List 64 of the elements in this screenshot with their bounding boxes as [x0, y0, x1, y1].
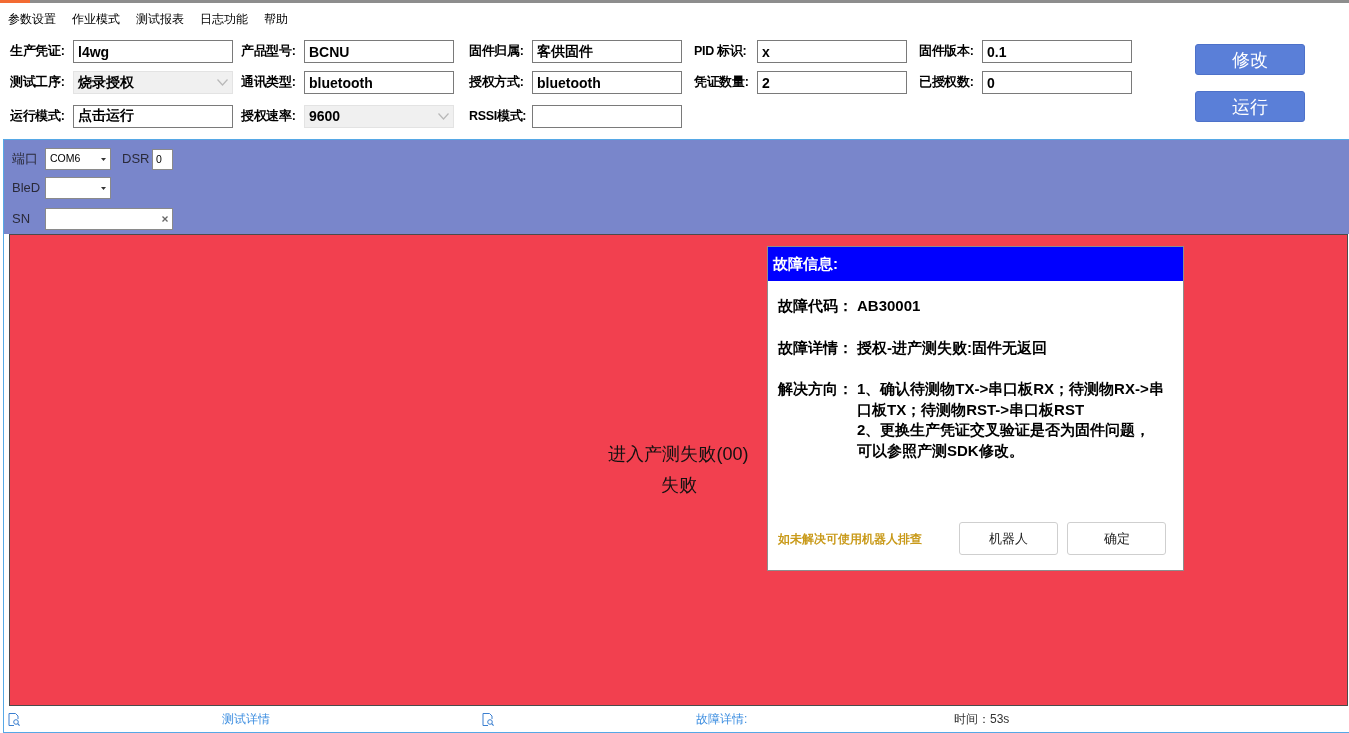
- field-label: PID 标识:: [694, 43, 748, 61]
- chevron-down-icon: [217, 79, 228, 86]
- dropdown[interactable]: COM6: [45, 148, 111, 170]
- field-label: 授权方式:: [469, 73, 525, 92]
- field-label: RSSI模式:: [469, 107, 528, 125]
- text-field[interactable]: bluetooth: [304, 71, 454, 94]
- text-field[interactable]: 0: [982, 71, 1132, 94]
- field-label: 凭证数量:: [694, 74, 750, 92]
- field-label: 通讯类型:: [241, 74, 297, 92]
- text-field[interactable]: bluetooth: [532, 71, 682, 94]
- result-message: 失败: [660, 474, 697, 497]
- result-message: 进入产测失败(00): [608, 443, 749, 466]
- text-field[interactable]: [45, 208, 173, 230]
- sn-label: SN: [11, 210, 32, 229]
- field-label: 测试工序:: [10, 74, 66, 92]
- field-label: 生产凭证:: [10, 43, 66, 61]
- text-field[interactable]: 2: [757, 71, 907, 94]
- text-field[interactable]: [532, 104, 682, 128]
- action-button[interactable]: 修改: [1195, 44, 1305, 75]
- menu-item[interactable]: 帮助: [264, 10, 288, 27]
- caret-down-icon: [101, 186, 106, 190]
- menu-item[interactable]: 测试报表: [136, 10, 184, 27]
- text-field[interactable]: l4wg: [73, 40, 233, 63]
- field-label: 固件归属:: [469, 43, 525, 61]
- ble-label: BleD: [11, 179, 42, 198]
- fault-label: 解决方向：: [778, 379, 854, 399]
- menu-item[interactable]: 日志功能: [200, 10, 248, 27]
- port-label: 端口: [11, 150, 39, 169]
- fault-text: 2、更换生产凭证交叉验证是否为固件问题，可以参照产测SDK修改。: [857, 420, 1152, 461]
- caret-down-icon: [101, 157, 106, 161]
- fault-text: 授权-进产测失败:固件无返回: [857, 337, 1048, 358]
- fault-text: 1、确认待测物TX->串口板RX；待测物RX->串口板TX；待测物RST->串口板RST: [857, 379, 1165, 420]
- field-label: 固件版本:: [919, 43, 975, 61]
- fault-label: 故障代码：: [778, 296, 854, 316]
- clear-icon: [162, 216, 168, 222]
- dropdown[interactable]: [45, 177, 111, 199]
- text-field[interactable]: 客供固件: [532, 40, 682, 63]
- dialog-title: 故障信息:: [768, 247, 1183, 281]
- text-field[interactable]: 0: [152, 148, 173, 170]
- hint-text: 如未解决可使用机器人排查: [778, 530, 922, 548]
- menu-item[interactable]: 参数设置: [8, 10, 56, 27]
- chevron-down-icon: [438, 112, 449, 120]
- field-label: 运行模式:: [10, 107, 66, 125]
- field-label: 已授权数:: [919, 74, 975, 92]
- text-field[interactable]: x: [757, 40, 907, 63]
- dialog-button[interactable]: 确定: [1067, 522, 1166, 555]
- field-label: 产品型号:: [241, 43, 297, 61]
- dropdown[interactable]: 9600: [304, 104, 454, 128]
- text-field[interactable]: BCNU: [304, 40, 454, 63]
- status-link[interactable]: 故障详情:: [696, 710, 748, 728]
- search-document-icon: [8, 712, 20, 726]
- text-field[interactable]: 点击运行: [73, 104, 233, 128]
- fault-label: 故障详情：: [778, 337, 854, 358]
- fault-text: AB30001: [857, 296, 922, 316]
- field-label: 授权速率:: [241, 107, 297, 125]
- search-document-icon: [482, 712, 494, 726]
- status-link[interactable]: 测试详情: [222, 710, 270, 728]
- dropdown[interactable]: 烧录授权: [73, 71, 233, 94]
- status-text: 时间：53s: [954, 711, 1010, 728]
- menu-item[interactable]: 作业模式: [72, 10, 120, 27]
- dsr-label: DSR: [122, 150, 151, 169]
- action-button[interactable]: 运行: [1195, 91, 1305, 122]
- text-field[interactable]: 0.1: [982, 40, 1132, 63]
- dialog-button[interactable]: 机器人: [959, 522, 1058, 555]
